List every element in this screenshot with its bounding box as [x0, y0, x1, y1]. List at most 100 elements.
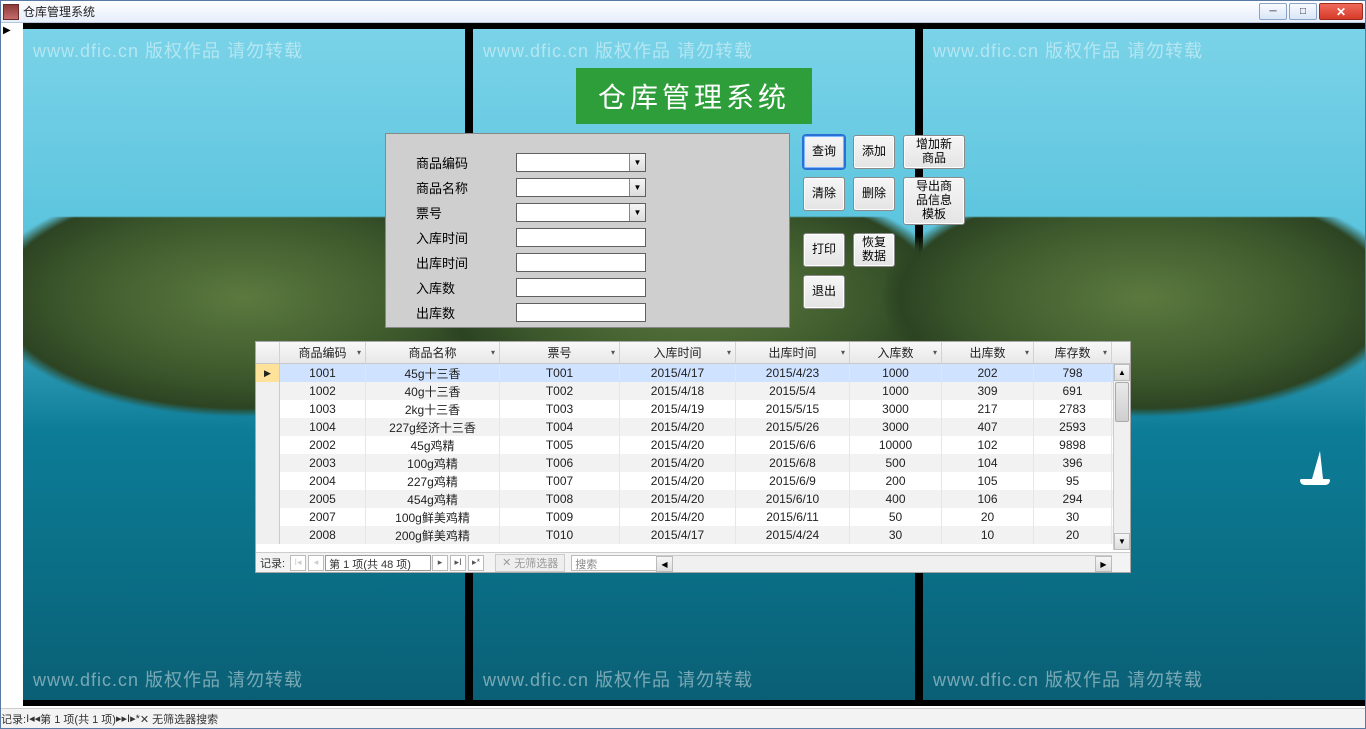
cell[interactable]: 1003	[280, 400, 366, 418]
cell[interactable]: 2015/6/9	[736, 472, 850, 490]
input-in-time[interactable]	[516, 228, 646, 247]
cell[interactable]: 2015/5/26	[736, 418, 850, 436]
scroll-left-icon[interactable]: ◀	[656, 556, 673, 572]
cell[interactable]: 1000	[850, 364, 942, 382]
cell[interactable]: 2015/4/17	[620, 364, 736, 382]
nav-last-button[interactable]: ▸I	[450, 555, 466, 571]
scroll-down-icon[interactable]: ▼	[1114, 533, 1130, 550]
table-row[interactable]: 200245g鸡精T0052015/4/202015/6/61000010298…	[256, 436, 1130, 454]
cell[interactable]: 104	[942, 454, 1034, 472]
cell[interactable]: 500	[850, 454, 942, 472]
cell[interactable]: 798	[1034, 364, 1112, 382]
table-row[interactable]: 2004227g鸡精T0072015/4/202015/6/920010595	[256, 472, 1130, 490]
cell[interactable]: 2015/4/23	[736, 364, 850, 382]
table-row[interactable]: ▶100145g十三香T0012015/4/172015/4/231000202…	[256, 364, 1130, 382]
record-selector-icon[interactable]: ▶	[3, 25, 11, 36]
horizontal-scrollbar[interactable]: ◀ ▶	[656, 555, 1112, 572]
cell[interactable]: 30	[850, 526, 942, 544]
cell[interactable]: 2015/4/20	[620, 454, 736, 472]
table-row[interactable]: 100240g十三香T0022015/4/182015/5/4100030969…	[256, 382, 1130, 400]
cell[interactable]: 407	[942, 418, 1034, 436]
minimize-button[interactable]: ─	[1259, 3, 1287, 20]
record-position[interactable]: 第 1 项(共 1 项)	[40, 711, 116, 727]
cell[interactable]: 294	[1034, 490, 1112, 508]
row-selector[interactable]	[256, 472, 280, 490]
chevron-down-icon[interactable]: ▼	[629, 154, 645, 171]
input-out-qty[interactable]	[516, 303, 646, 322]
nav-new-button[interactable]: ▸*	[468, 555, 484, 571]
cell[interactable]: 2593	[1034, 418, 1112, 436]
cell[interactable]: 2015/6/11	[736, 508, 850, 526]
cell[interactable]: T003	[500, 400, 620, 418]
cell[interactable]: 1000	[850, 382, 942, 400]
cell[interactable]: 2015/4/20	[620, 508, 736, 526]
cell[interactable]: 2015/4/17	[620, 526, 736, 544]
cell[interactable]: 100g鸡精	[366, 454, 500, 472]
cell[interactable]: 105	[942, 472, 1034, 490]
cell[interactable]: 200	[850, 472, 942, 490]
cell[interactable]: 2008	[280, 526, 366, 544]
record-position[interactable]: 第 1 项(共 48 项)	[325, 555, 431, 571]
row-selector[interactable]	[256, 508, 280, 526]
nav-first-button[interactable]: I◂	[26, 712, 35, 725]
cell[interactable]: 309	[942, 382, 1034, 400]
col-header[interactable]: 入库数▾	[850, 342, 942, 363]
outer-search-box[interactable]: 搜索	[196, 711, 218, 727]
cell[interactable]: 100g鲜美鸡精	[366, 508, 500, 526]
col-header[interactable]: 入库时间▾	[620, 342, 736, 363]
cell[interactable]: 45g鸡精	[366, 436, 500, 454]
cell[interactable]: 20	[942, 508, 1034, 526]
add-button[interactable]: 添加	[853, 135, 895, 169]
scroll-up-icon[interactable]: ▲	[1114, 364, 1130, 381]
row-selector[interactable]	[256, 490, 280, 508]
filter-indicator[interactable]: ✕无筛选器	[495, 554, 565, 572]
nav-first-button[interactable]: I◂	[290, 555, 306, 571]
cell[interactable]: T001	[500, 364, 620, 382]
export-template-button[interactable]: 导出商 品信息 模板	[903, 177, 965, 225]
cell[interactable]: 2002	[280, 436, 366, 454]
cell[interactable]: 2015/4/18	[620, 382, 736, 400]
cell[interactable]: 2007	[280, 508, 366, 526]
grid-search-box[interactable]: 搜索	[571, 555, 661, 571]
col-header[interactable]: 商品名称▾	[366, 342, 500, 363]
row-selector[interactable]	[256, 400, 280, 418]
grid-corner[interactable]	[256, 342, 280, 363]
scroll-right-icon[interactable]: ▶	[1095, 556, 1112, 572]
table-row[interactable]: 2008200g鲜美鸡精T0102015/4/172015/4/24301020	[256, 526, 1130, 544]
cell[interactable]: 2015/4/20	[620, 418, 736, 436]
chevron-down-icon[interactable]: ▼	[629, 179, 645, 196]
cell[interactable]: 200g鲜美鸡精	[366, 526, 500, 544]
nav-last-button[interactable]: ▸I	[122, 712, 131, 725]
cell[interactable]: 2015/6/10	[736, 490, 850, 508]
cell[interactable]: 50	[850, 508, 942, 526]
cell[interactable]: 2783	[1034, 400, 1112, 418]
cell[interactable]: 1004	[280, 418, 366, 436]
nav-new-button[interactable]: ▸*	[130, 712, 140, 725]
cell[interactable]: 1002	[280, 382, 366, 400]
col-header[interactable]: 出库数▾	[942, 342, 1034, 363]
table-row[interactable]: 2003100g鸡精T0062015/4/202015/6/8500104396	[256, 454, 1130, 472]
table-row[interactable]: 10032kg十三香T0032015/4/192015/5/1530002172…	[256, 400, 1130, 418]
cell[interactable]: 40g十三香	[366, 382, 500, 400]
cell[interactable]: 2015/4/20	[620, 490, 736, 508]
row-selector[interactable]	[256, 526, 280, 544]
cell[interactable]: 217	[942, 400, 1034, 418]
cell[interactable]: 2015/6/6	[736, 436, 850, 454]
col-header[interactable]: 商品编码▾	[280, 342, 366, 363]
row-selector[interactable]	[256, 418, 280, 436]
row-selector[interactable]	[256, 382, 280, 400]
cell[interactable]: T002	[500, 382, 620, 400]
table-row[interactable]: 2005454g鸡精T0082015/4/202015/6/1040010629…	[256, 490, 1130, 508]
row-selector[interactable]	[256, 454, 280, 472]
chevron-down-icon[interactable]: ▼	[629, 204, 645, 221]
cell[interactable]: 10	[942, 526, 1034, 544]
cell[interactable]: 691	[1034, 382, 1112, 400]
cell[interactable]: 2015/5/15	[736, 400, 850, 418]
combo-product-name[interactable]: ▼	[516, 178, 646, 197]
cell[interactable]: 10000	[850, 436, 942, 454]
cell[interactable]: 400	[850, 490, 942, 508]
col-header[interactable]: 库存数▾	[1034, 342, 1112, 363]
print-button[interactable]: 打印	[803, 233, 845, 267]
restore-button[interactable]: 恢复 数据	[853, 233, 895, 267]
cell[interactable]: 2003	[280, 454, 366, 472]
